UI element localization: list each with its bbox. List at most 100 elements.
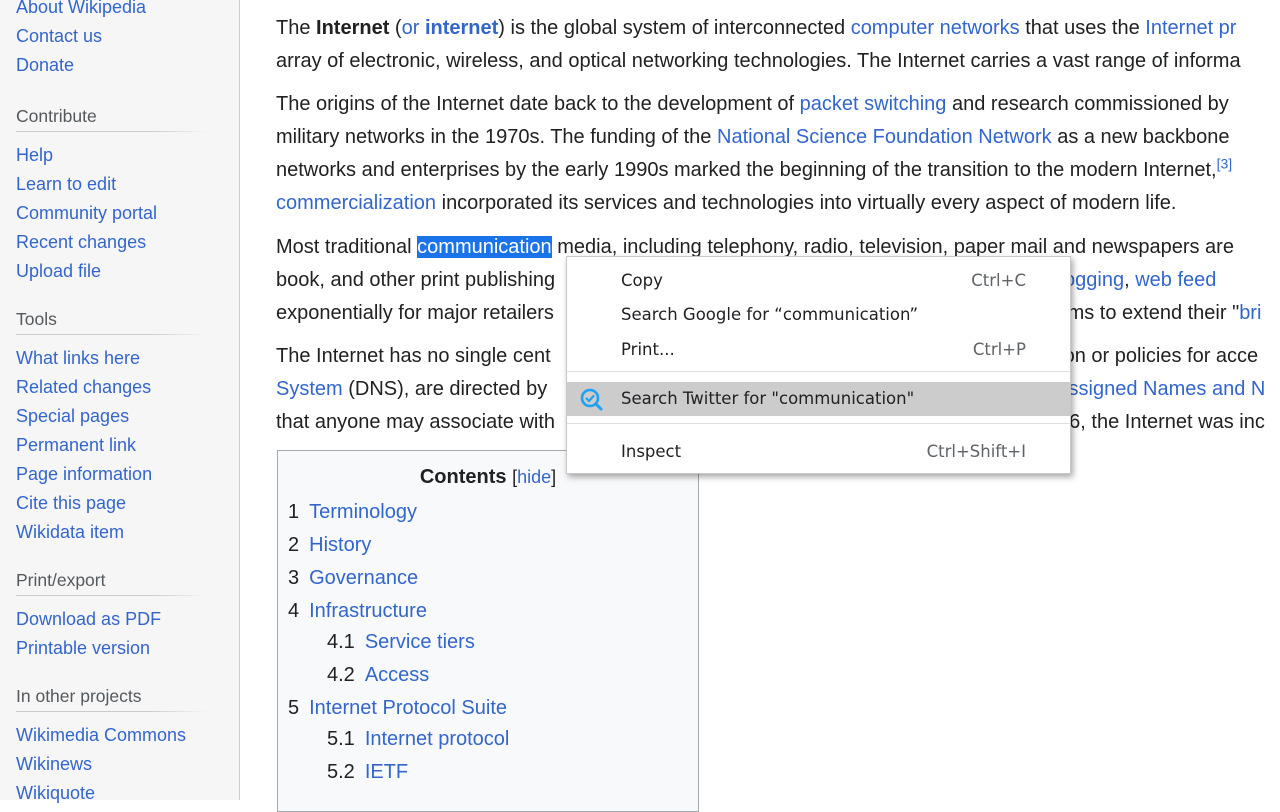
- bold-term-internet: Internet: [316, 17, 390, 39]
- toc-number: 1: [288, 501, 300, 523]
- sidebar: About Wikipedia Contact us Donate Contri…: [0, 0, 240, 803]
- menu-item-print[interactable]: Print... Ctrl+P: [567, 333, 1070, 367]
- paragraph-origins: The origins of the Internet date back to…: [276, 88, 1232, 220]
- text-line: array of electronic, wireless, and optic…: [276, 50, 1241, 72]
- menu-item-search-google[interactable]: Search Google for “communication”: [567, 298, 1070, 332]
- link-commercialization[interactable]: commercialization: [276, 192, 436, 214]
- toc-item[interactable]: 3 Governance: [288, 562, 418, 595]
- text: networks and enterprises by the early 19…: [276, 159, 1217, 181]
- text: The Internet has no single cent: [276, 345, 551, 367]
- toc-item[interactable]: 2 History: [288, 529, 371, 562]
- toc-number: 5.1: [327, 728, 355, 750]
- toc-link-infrastructure[interactable]: Infrastructure: [309, 600, 427, 622]
- toc-number: 4: [288, 600, 300, 622]
- table-of-contents: Contents [hide] 1 Terminology 2 History 3G…: [277, 450, 699, 812]
- link-icann[interactable]: Assigned Names and N: [1055, 378, 1265, 400]
- text: The: [276, 17, 317, 39]
- link-brick-and-mortar[interactable]: bri: [1239, 302, 1261, 324]
- sidebar-item-printable-version[interactable]: Printable version: [16, 637, 206, 666]
- menu-item-search-twitter[interactable]: Search Twitter for "communication": [567, 382, 1070, 416]
- toc-item[interactable]: 5.2 IETF: [327, 756, 408, 789]
- link-computer-networks[interactable]: computer networks: [851, 17, 1020, 39]
- toc-link-access[interactable]: Access: [365, 664, 429, 686]
- toc-link-internet-protocol-suite[interactable]: Internet Protocol Suite: [309, 697, 507, 719]
- paragraph-intro: The Internet (or internet) is the global…: [276, 12, 1241, 78]
- menu-item-inspect[interactable]: Inspect Ctrl+Shift+I: [567, 435, 1070, 469]
- sidebar-item-special-pages[interactable]: Special pages: [16, 405, 206, 434]
- link-packet-switching[interactable]: packet switching: [800, 93, 947, 115]
- toc-item[interactable]: 4 Infrastructure: [288, 595, 427, 628]
- sidebar-heading-contribute: Contribute: [16, 105, 206, 132]
- toc-number: 5: [288, 697, 300, 719]
- sidebar-navigation: About Wikipedia Contact us Donate: [16, 0, 206, 83]
- sidebar-item-contact-us[interactable]: Contact us: [16, 25, 206, 54]
- menu-item-label: Search Twitter for "communication": [621, 389, 915, 408]
- sidebar-item-learn-to-edit[interactable]: Learn to edit: [16, 173, 206, 202]
- sidebar-item-upload-file[interactable]: Upload file: [16, 260, 206, 289]
- sidebar-item-what-links-here[interactable]: What links here: [16, 347, 206, 376]
- sidebar-item-page-information[interactable]: Page information: [16, 463, 206, 492]
- sidebar-item-about-wikipedia[interactable]: About Wikipedia: [16, 0, 206, 25]
- sidebar-item-wikinews[interactable]: Wikinews: [16, 753, 206, 782]
- text: exponentially for major retailers: [276, 302, 554, 324]
- text: ) is the global system of interconnected: [498, 17, 851, 39]
- toc-hide-link[interactable]: hide: [517, 467, 551, 487]
- text: (DNS), are directed by: [342, 378, 548, 400]
- selected-text[interactable]: communication: [417, 236, 552, 258]
- link-web-feed[interactable]: web feed: [1135, 269, 1216, 291]
- toc-number: 4.1: [327, 631, 355, 653]
- link-dns[interactable]: System: [276, 378, 343, 400]
- menu-item-shortcut: Ctrl+C: [971, 271, 1026, 290]
- citation-link[interactable]: [3]: [1217, 155, 1233, 171]
- toc-number: 2: [288, 534, 300, 556]
- text: as a new backbone: [1051, 126, 1230, 148]
- toc-link-terminology[interactable]: Terminology: [309, 501, 417, 523]
- sidebar-other-projects: In other projects Wikimedia Commons Wiki…: [16, 685, 206, 811]
- menu-item-shortcut: Ctrl+Shift+I: [926, 442, 1026, 461]
- toc-item[interactable]: 4.1 Service tiers: [327, 626, 475, 659]
- menu-item-label: Print...: [621, 340, 675, 359]
- toc-item[interactable]: 5 Internet Protocol Suite: [288, 692, 507, 725]
- sidebar-item-help[interactable]: Help: [16, 144, 206, 173]
- menu-item-label: Copy: [621, 271, 663, 290]
- text: (: [389, 17, 402, 39]
- link-nsfnet[interactable]: National Science Foundation Network: [717, 126, 1052, 148]
- text: book, and other print publishing: [276, 269, 556, 291]
- text: 06, the Internet was inc: [1058, 411, 1265, 433]
- sidebar-item-donate[interactable]: Donate: [16, 54, 206, 83]
- sidebar-item-wikimedia-commons[interactable]: Wikimedia Commons: [16, 724, 206, 753]
- menu-separator: [567, 423, 1070, 424]
- text: and research commissioned by: [946, 93, 1229, 115]
- sidebar-item-wikidata-item[interactable]: Wikidata item: [16, 521, 206, 550]
- toc-link-internet-protocol[interactable]: Internet protocol: [365, 728, 510, 750]
- sidebar-item-download-pdf[interactable]: Download as PDF: [16, 608, 206, 637]
- toc-item[interactable]: 4.2 Access: [327, 659, 429, 692]
- sidebar-heading-other-projects: In other projects: [16, 685, 206, 712]
- toc-link-governance[interactable]: Governance: [309, 567, 418, 589]
- text: that uses the: [1019, 17, 1146, 39]
- toc-link-ietf[interactable]: IETF: [365, 761, 408, 783]
- text: incorporated its services and technologi…: [436, 192, 1177, 214]
- sidebar-item-related-changes[interactable]: Related changes: [16, 376, 206, 405]
- toc-number: 4.2: [327, 664, 355, 686]
- link-internet[interactable]: internet: [425, 17, 498, 39]
- sidebar-item-cite-this-page[interactable]: Cite this page: [16, 492, 206, 521]
- link-or[interactable]: or: [402, 17, 425, 39]
- link-internet-protocol[interactable]: Internet pr: [1145, 17, 1236, 39]
- toc-item[interactable]: 5.1 Internet protocol: [327, 723, 509, 756]
- menu-item-label: Inspect: [621, 442, 682, 461]
- toc-item[interactable]: 1 Terminology: [288, 496, 417, 529]
- text: The origins of the Internet date back to…: [276, 93, 800, 115]
- sidebar-item-wikiquote[interactable]: Wikiquote: [16, 782, 206, 811]
- sidebar-heading-tools: Tools: [16, 308, 206, 335]
- sidebar-item-community-portal[interactable]: Community portal: [16, 202, 206, 231]
- sidebar-item-permanent-link[interactable]: Permanent link: [16, 434, 206, 463]
- sidebar-print-export: Print/export Download as PDF Printable v…: [16, 569, 206, 666]
- text: media, including telephony, radio, telev…: [551, 236, 1234, 258]
- toc-link-service-tiers[interactable]: Service tiers: [365, 631, 475, 653]
- menu-item-copy[interactable]: Copy Ctrl+C: [567, 264, 1070, 298]
- toc-link-history[interactable]: History: [309, 534, 371, 556]
- text: rms to extend their ": [1060, 302, 1240, 324]
- sidebar-item-recent-changes[interactable]: Recent changes: [16, 231, 206, 260]
- toc-number: 3: [288, 567, 300, 589]
